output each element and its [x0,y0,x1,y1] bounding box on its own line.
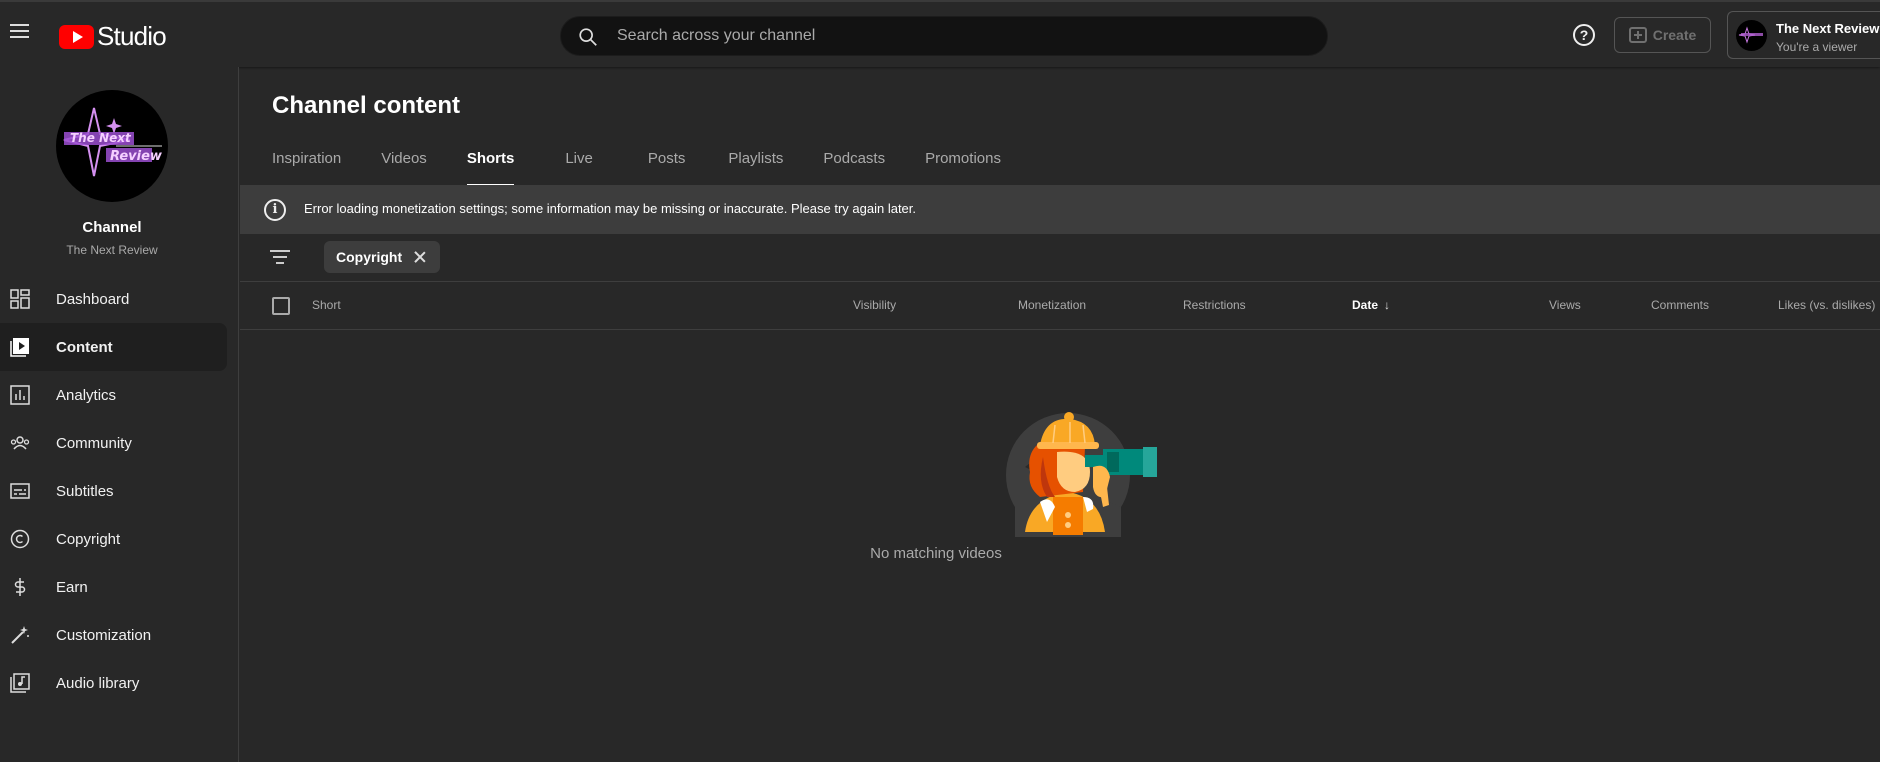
earn-icon [14,578,26,596]
analytics-icon [10,385,30,405]
select-all-checkbox[interactable] [272,297,290,315]
dashboard-icon [10,289,30,309]
sidebar-item-label: Earn [56,578,88,596]
sidebar-item-audio-library[interactable]: Audio library [0,659,227,707]
hamburger-menu-icon[interactable] [10,20,34,44]
main-content: Channel content Inspiration Videos Short… [240,67,1880,762]
sidebar-item-content[interactable]: Content [0,323,227,371]
sidebar-item-label: Dashboard [56,290,130,308]
sidebar-item-label: Community [56,434,132,452]
sidebar-item-label: Audio library [56,674,140,692]
search-icon[interactable] [577,26,599,48]
sidebar-item-label: Analytics [56,386,117,404]
tab-posts[interactable]: Posts [648,147,686,187]
account-role: You're a viewer [1776,40,1858,54]
account-avatar [1736,20,1767,51]
tab-inspiration[interactable]: Inspiration [272,147,341,187]
table-header: Short Visibility Monetization Restrictio… [240,282,1880,330]
studio-logo[interactable]: Studio [59,21,167,52]
column-restrictions[interactable]: Restrictions [1183,298,1246,312]
avatar-logo-text-1: The Next [70,131,132,145]
account-name: The Next Review [1776,21,1880,36]
column-monetization[interactable]: Monetization [1018,298,1086,312]
create-label: Create [1652,27,1697,43]
sidebar-item-analytics[interactable]: Analytics [0,371,227,419]
sidebar-item-label: Subtitles [56,482,114,500]
search-box[interactable] [560,16,1328,56]
content-icon [10,338,29,357]
logo-text: Studio [97,21,167,51]
sidebar-item-label: Copyright [56,530,121,548]
sidebar-item-community[interactable]: Community [0,419,227,467]
sidebar-item-label: Customization [56,626,152,644]
column-date[interactable]: Date ↓ [1352,298,1390,312]
column-likes[interactable]: Likes (vs. dislikes) [1778,298,1875,312]
binoculars-person-illustration [1006,412,1157,537]
column-visibility[interactable]: Visibility [853,298,896,312]
tab-promotions[interactable]: Promotions [925,147,1001,187]
filter-bar: Copyright [240,234,1880,282]
sidebar-item-customization[interactable]: Customization [0,611,227,659]
tab-shorts[interactable]: Shorts [466,147,514,187]
empty-state: No matching videos [240,330,1880,762]
banner-text: Error loading monetization settings; som… [304,201,917,216]
filter-chip-label: Copyright [336,249,403,265]
content-tabs: Inspiration Videos Shorts Live Posts Pla… [272,147,1001,187]
page-title: Channel content [272,92,461,119]
info-icon: i [264,199,286,221]
sidebar-item-subtitles[interactable]: Subtitles [0,467,227,515]
customization-icon [11,626,29,644]
search-input[interactable] [617,17,1307,55]
tab-podcasts[interactable]: Podcasts [823,147,885,187]
top-bar: Studio ? Create The Next Review You're a… [0,0,1880,67]
tab-playlists[interactable]: Playlists [728,147,783,187]
sidebar-item-dashboard[interactable]: Dashboard [0,275,227,323]
column-comments[interactable]: Comments [1651,298,1709,312]
empty-state-text: No matching videos [870,545,1002,562]
audio-library-icon [10,673,30,693]
sidebar-item-copyright[interactable]: Copyright [0,515,227,563]
copyright-icon [10,529,30,549]
account-button[interactable]: The Next Review You're a viewer [1727,11,1880,59]
tab-videos[interactable]: Videos [381,147,427,187]
sidebar-nav: Dashboard Content Analytics Community Su… [0,275,227,707]
subtitles-icon [10,483,30,499]
help-icon[interactable]: ? [1573,24,1595,46]
create-video-icon [1628,27,1647,43]
sidebar: The Next Review Channel The Next Review … [0,67,239,762]
close-icon[interactable] [412,249,428,265]
column-date-label: Date [1352,298,1379,312]
filter-icon[interactable] [270,250,290,266]
monetization-error-banner: i Error loading monetization settings; s… [240,185,1880,234]
arrow-down-icon: ↓ [1384,298,1391,312]
community-icon [10,436,30,450]
youtube-play-icon [59,24,94,49]
channel-title: Channel [82,219,142,236]
avatar-logo-text-2: Review [110,149,163,164]
create-button[interactable]: Create [1614,17,1711,53]
sidebar-item-label: Content [56,338,113,356]
channel-name: The Next Review [66,243,158,257]
channel-avatar[interactable]: The Next Review [56,90,168,202]
column-views[interactable]: Views [1549,298,1581,312]
filter-chip-copyright[interactable]: Copyright [324,241,441,273]
column-short[interactable]: Short [312,298,341,312]
tab-live[interactable]: Live [565,147,593,187]
sidebar-item-earn[interactable]: Earn [0,563,227,611]
